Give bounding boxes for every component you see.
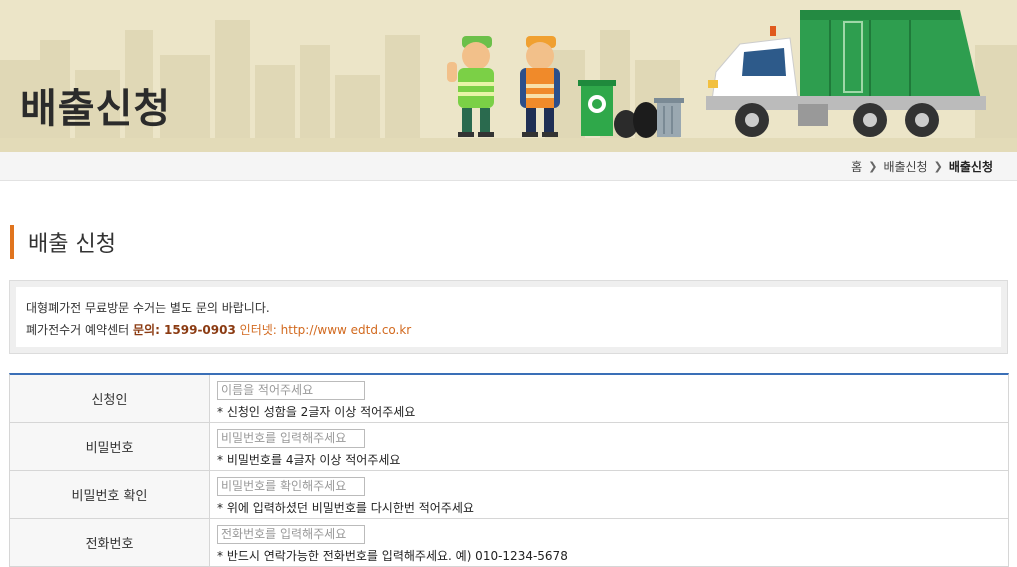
applicant-label: 신청인 (10, 375, 210, 422)
applicant-name-input[interactable] (217, 380, 365, 400)
password-confirm-hint: * 위에 입력하셨던 비밀번호를 다시한번 적어주세요 (217, 500, 474, 515)
trash-can-icon (654, 98, 684, 137)
password-input[interactable] (217, 428, 365, 448)
password-field-cell: * 비밀번호를 4글자 이상 적어주세요 (210, 423, 1008, 470)
recycle-bin-icon (578, 80, 616, 136)
phone-input[interactable] (217, 524, 365, 544)
worker-green-icon (447, 36, 494, 137)
notice-phone: 문의: 1599-0903 (133, 323, 236, 337)
password-hint: * 비밀번호를 4글자 이상 적어주세요 (217, 452, 401, 467)
phone-label: 전화번호 (10, 519, 210, 566)
notice-line-2: 폐가전수거 예약센터 문의: 1599-0903 인터넷: http://www… (26, 319, 991, 341)
section-accent-bar (10, 225, 14, 259)
phone-field-cell: * 반드시 연락가능한 전화번호를 입력해주세요. 예) 010-1234-56… (210, 519, 1008, 566)
breadcrumb-parent[interactable]: 배출신청 (883, 158, 927, 175)
chevron-right-icon: ❯ (933, 160, 943, 173)
banner-title: 배출신청 (20, 86, 172, 132)
application-form: 신청인 * 신청인 성함을 2글자 이상 적어주세요 비밀번호 * 비밀번호를 … (9, 373, 1009, 567)
breadcrumb-current: 배출신청 (948, 160, 993, 174)
notice-box: 대형폐가전 무료방문 수거는 별도 문의 바랍니다. 폐가전수거 예약센터 문의… (9, 280, 1008, 354)
notice-content: 대형폐가전 무료방문 수거는 별도 문의 바랍니다. 폐가전수거 예약센터 문의… (16, 287, 1001, 347)
form-row-phone: 전화번호 * 반드시 연락가능한 전화번호를 입력해주세요. 예) 010-12… (10, 519, 1008, 567)
breadcrumb: 홈 ❯ 배출신청 ❯ 배출신청 (851, 158, 993, 175)
password-confirm-label: 비밀번호 확인 (10, 471, 210, 518)
section-heading: 배출 신청 (10, 225, 116, 259)
notice-center-label: 폐가전수거 예약센터 (26, 323, 133, 337)
garbage-truck-icon (706, 10, 986, 137)
applicant-field-cell: * 신청인 성함을 2글자 이상 적어주세요 (210, 375, 1008, 422)
notice-line-1: 대형폐가전 무료방문 수거는 별도 문의 바랍니다. (26, 301, 270, 315)
chevron-right-icon: ❯ (868, 160, 878, 173)
breadcrumb-home[interactable]: 홈 (851, 158, 862, 175)
applicant-hint: * 신청인 성함을 2글자 이상 적어주세요 (217, 404, 416, 419)
form-row-password: 비밀번호 * 비밀번호를 4글자 이상 적어주세요 (10, 423, 1008, 471)
form-row-password-confirm: 비밀번호 확인 * 위에 입력하셨던 비밀번호를 다시한번 적어주세요 (10, 471, 1008, 519)
page-banner: 배출신청 (0, 0, 1017, 152)
password-confirm-field-cell: * 위에 입력하셨던 비밀번호를 다시한번 적어주세요 (210, 471, 1008, 518)
form-row-applicant: 신청인 * 신청인 성함을 2글자 이상 적어주세요 (10, 375, 1008, 423)
password-confirm-input[interactable] (217, 476, 365, 496)
password-label: 비밀번호 (10, 423, 210, 470)
section-title: 배출 신청 (28, 232, 116, 257)
breadcrumb-bar: 홈 ❯ 배출신청 ❯ 배출신청 (0, 152, 1017, 181)
notice-web-label: 인터넷: (239, 323, 281, 337)
notice-web-link[interactable]: http://www edtd.co.kr (281, 323, 412, 337)
